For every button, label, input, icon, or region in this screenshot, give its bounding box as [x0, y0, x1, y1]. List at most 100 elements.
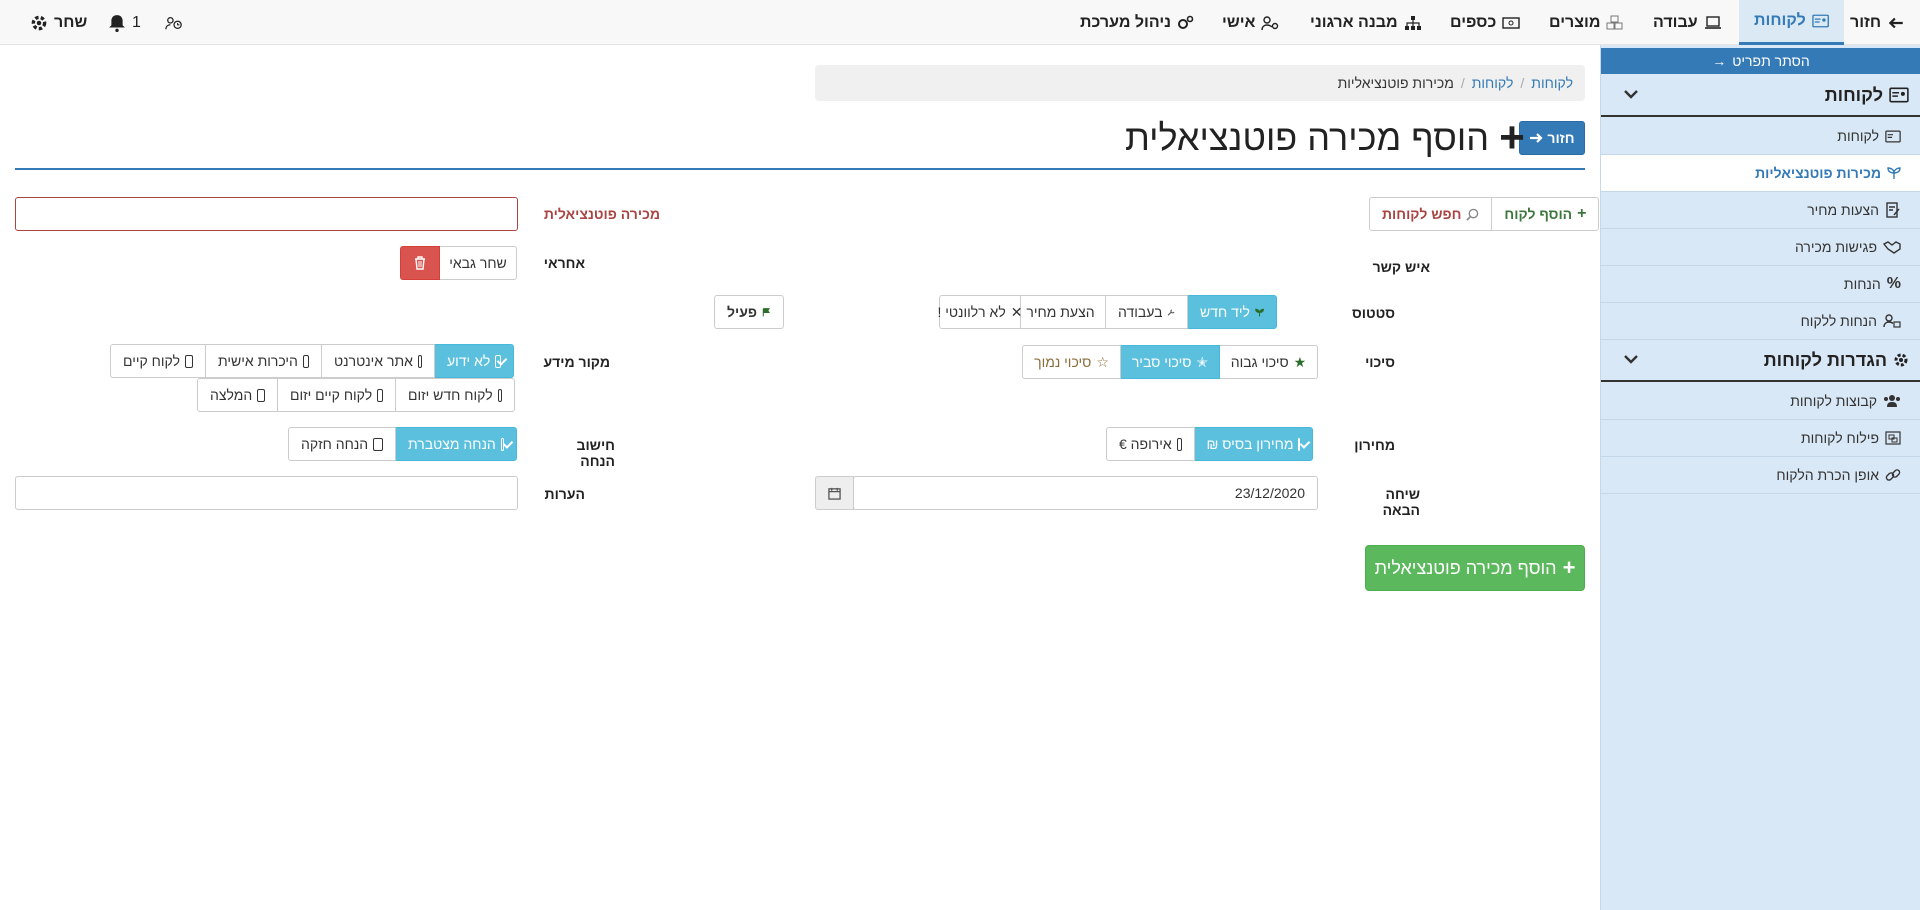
sidebar-item-potential-sales[interactable]: מכירות פוטנציאליות [1601, 155, 1920, 192]
source-unknown[interactable]: לא ידוע [434, 344, 514, 378]
pricelist-europe[interactable]: אירופה € [1106, 427, 1195, 461]
breadcrumb-current: מכירות פוטנציאליות [1337, 75, 1454, 91]
address-card-icon [1885, 130, 1901, 142]
user-cog-icon [1261, 15, 1279, 30]
source-recommendation[interactable]: המלצה [197, 378, 278, 412]
trash-icon [415, 256, 425, 270]
handshake-icon [1883, 241, 1901, 254]
calendar-icon [828, 487, 841, 500]
sidebar-item-customers[interactable]: לקוחות [1601, 118, 1920, 155]
bell-icon [109, 14, 125, 32]
pricelist-label: מחירון [1354, 437, 1395, 453]
nav-customers[interactable]: לקוחות [1739, 0, 1844, 45]
status-price-quote[interactable]: הצעת מחיר [1020, 295, 1106, 329]
sidebar-item-discounts[interactable]: % הנחות [1601, 266, 1920, 303]
checkbox-checked-icon [1298, 437, 1301, 451]
responsible-value[interactable]: שחר גבאי [439, 246, 517, 280]
status-button-group: ליד חדש בעבודה הצעת מחיר ✕ לא רלוונטי ! [937, 295, 1277, 329]
sidebar-item-price-quotes[interactable]: הצעות מחיר [1601, 192, 1920, 229]
search-icon [1466, 208, 1479, 221]
status-not-relevant[interactable]: ✕ לא רלוונטי ! [937, 295, 1023, 329]
gear-icon [1894, 353, 1908, 367]
cogs-icon [1178, 15, 1194, 29]
source-label: מקור מידע [543, 354, 610, 370]
pricelist-base[interactable]: מחירון בסיס ₪ [1194, 427, 1313, 461]
source-new-initiated[interactable]: לקוח חדש יזום [395, 378, 515, 412]
search-customers-button[interactable]: חפש לקוחות [1369, 197, 1493, 231]
chevron-down-icon [1624, 355, 1638, 364]
checkbox-icon [417, 354, 422, 368]
add-customer-button[interactable]: + הוסף לקוח [1491, 197, 1600, 231]
user-menu[interactable]: שחר [30, 0, 87, 45]
nav-org-structure[interactable]: מבנה ארגוני [1310, 0, 1422, 45]
nav-products[interactable]: מוצרים [1549, 0, 1624, 45]
responsible-group: שחר גבאי [400, 246, 517, 280]
source-row1-group: לא ידוע אתר אינטרנט היכרות אישית לקוח קי… [110, 344, 514, 378]
calendar-button[interactable] [815, 476, 854, 510]
breadcrumb-root[interactable]: לקוחות [1531, 75, 1573, 91]
discount-cumulative[interactable]: הנחה מצטברת [395, 427, 517, 461]
sidebar-item-customer-acquisition[interactable]: אופן הכרת הלקוח [1601, 457, 1920, 494]
arrow-left-icon [1888, 17, 1903, 28]
discount-calc-group: הנחה מצטברת הנחה חזקה [288, 427, 517, 461]
status-new-lead[interactable]: ליד חדש [1187, 295, 1277, 329]
checkbox-icon [185, 354, 193, 368]
seedling-icon [1887, 167, 1901, 179]
checkbox-checked-icon [495, 354, 501, 368]
notifications[interactable]: 1 [108, 0, 141, 45]
users-icon [1884, 395, 1900, 407]
arrow-right-icon [1530, 133, 1543, 143]
user-clock-glyph [165, 16, 182, 29]
chance-high[interactable]: ★ סיכוי גבוה [1219, 345, 1318, 379]
submit-potential-sale-button[interactable]: + הוסף מכירה פוטנציאלית [1365, 545, 1585, 591]
user-clock-icon[interactable] [165, 0, 183, 45]
address-card-icon [1889, 87, 1909, 103]
next-call-input[interactable]: 23/12/2020 [853, 476, 1318, 510]
source-website[interactable]: אתר אינטרנט [321, 344, 435, 378]
wrench-icon [1168, 308, 1175, 316]
user-tag-icon [1883, 314, 1901, 328]
active-toggle[interactable]: פעיל [714, 295, 784, 329]
sidebar-item-sales-meetings[interactable]: פגישות מכירה [1601, 229, 1920, 266]
hide-menu-button[interactable]: הסתר תפריט → [1601, 48, 1920, 74]
flag-icon [762, 307, 771, 316]
checkbox-checked-icon [500, 437, 504, 451]
page-title: + הוסף מכירה פוטנציאלית [1125, 113, 1525, 162]
discount-strong[interactable]: הנחה חזקה [288, 427, 396, 461]
plus-icon: + [1577, 205, 1587, 222]
status-label: סטטוס [1351, 305, 1395, 321]
notes-input[interactable] [15, 476, 518, 510]
star-half-icon: ✭ [1196, 353, 1209, 370]
pricelist-button-group: מחירון בסיס ₪ אירופה € [1106, 427, 1313, 461]
plus-icon: + [1562, 555, 1576, 580]
chance-medium[interactable]: ✭ סיכוי סביר [1120, 345, 1220, 379]
breadcrumb-mid[interactable]: לקוחות [1472, 75, 1514, 91]
responsible-label: אחראי [543, 255, 585, 271]
potential-sale-input[interactable] [15, 197, 518, 231]
chance-low[interactable]: ☆ סיכוי נמוך [1022, 345, 1121, 379]
nav-system-admin[interactable]: ניהול מערכת [1080, 0, 1195, 45]
nav-back[interactable]: חזור [1850, 0, 1905, 45]
sidebar-item-customer-discounts[interactable]: הנחות ללקוח [1601, 303, 1920, 340]
seedling-icon [1255, 308, 1264, 316]
source-existing-customer[interactable]: לקוח קיים [110, 344, 206, 378]
nav-work[interactable]: עבודה [1653, 0, 1722, 45]
nav-personal[interactable]: אישי [1222, 0, 1279, 45]
sidebar-section-customer-settings[interactable]: הגדרות לקוחות [1601, 340, 1920, 382]
sidebar-item-customer-segmentation[interactable]: פילוח לקוחות [1601, 420, 1920, 457]
source-personal-acquaintance[interactable]: היכרות אישית [205, 344, 322, 378]
checkbox-icon [257, 388, 265, 402]
sidebar-section-customers[interactable]: לקוחות [1601, 75, 1920, 117]
delete-responsible-button[interactable] [400, 246, 440, 280]
nav-money[interactable]: כספים [1450, 0, 1521, 45]
back-button[interactable]: חזור [1519, 121, 1585, 155]
chevron-down-icon [1624, 90, 1638, 99]
status-in-progress[interactable]: בעבודה [1105, 295, 1188, 329]
breadcrumb-separator: / [1520, 75, 1525, 91]
contact-label: איש קשר [1372, 259, 1430, 275]
source-existing-initiated[interactable]: לקוח קיים יזום [277, 378, 396, 412]
close-icon: ✕ [1010, 303, 1023, 320]
laptop-icon [1704, 15, 1721, 29]
sidebar-item-customer-groups[interactable]: קבוצות לקוחות [1601, 383, 1920, 420]
money-bill-icon [1502, 16, 1521, 29]
